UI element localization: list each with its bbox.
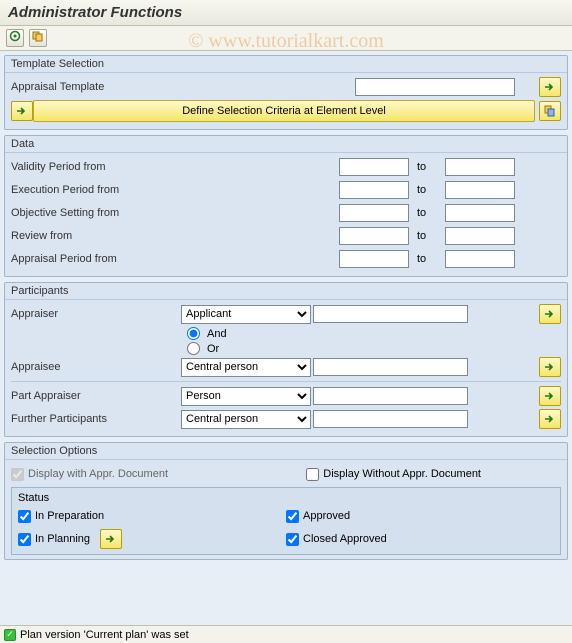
and-label: And xyxy=(207,328,227,340)
objective-from-label: Objective Setting from xyxy=(11,207,181,219)
closed-approved-label: Closed Approved xyxy=(303,533,387,545)
status-box: Status In Preparation In Planning xyxy=(11,487,561,555)
appraisal-from-input[interactable] xyxy=(339,250,409,268)
part-appraiser-input[interactable] xyxy=(313,387,468,405)
appraiser-multi-button[interactable] xyxy=(539,304,561,324)
execution-from-label: Execution Period from xyxy=(11,184,181,196)
display-with-label: Display with Appr. Document xyxy=(28,468,168,480)
in-planning-multi-button[interactable] xyxy=(100,529,122,549)
page-title: Administrator Functions xyxy=(0,0,572,26)
panel-title: Selection Options xyxy=(5,443,567,460)
to-label: to xyxy=(417,207,437,219)
appraisee-input[interactable] xyxy=(313,358,468,376)
closed-approved-checkbox[interactable] xyxy=(286,533,299,546)
in-preparation-label: In Preparation xyxy=(35,510,104,522)
panel-title: Data xyxy=(5,136,567,153)
appraisal-to-input[interactable] xyxy=(445,250,515,268)
appraisal-from-label: Appraisal Period from xyxy=(11,253,181,265)
approved-checkbox[interactable] xyxy=(286,510,299,523)
appraisee-label: Appraisee xyxy=(11,361,181,373)
status-title: Status xyxy=(18,490,554,506)
part-appraiser-multi-button[interactable] xyxy=(539,386,561,406)
further-participants-label: Further Participants xyxy=(11,413,181,425)
to-label: to xyxy=(417,161,437,173)
define-criteria-lead-icon xyxy=(11,101,33,121)
validity-to-input[interactable] xyxy=(445,158,515,176)
and-radio[interactable] xyxy=(187,327,200,340)
appraiser-type-select[interactable]: Applicant xyxy=(181,305,311,324)
appraisal-template-multi-button[interactable] xyxy=(539,77,561,97)
approved-label: Approved xyxy=(303,510,350,522)
panel-data: Data Validity Period from to Execution P… xyxy=(4,135,568,277)
execute-button[interactable] xyxy=(6,29,24,47)
further-type-select[interactable]: Central person xyxy=(181,410,311,429)
define-criteria-button[interactable]: Define Selection Criteria at Element Lev… xyxy=(33,100,535,122)
appraisal-template-input[interactable] xyxy=(355,78,515,96)
in-planning-label: In Planning xyxy=(35,533,90,545)
execution-from-input[interactable] xyxy=(339,181,409,199)
review-to-input[interactable] xyxy=(445,227,515,245)
success-icon: ✓ xyxy=(4,629,16,641)
appraisee-type-select[interactable]: Central person xyxy=(181,358,311,377)
panel-participants: Participants Appraiser Applicant And Or … xyxy=(4,282,568,437)
appraisal-template-label: Appraisal Template xyxy=(11,81,181,93)
further-input[interactable] xyxy=(313,410,468,428)
in-planning-checkbox[interactable] xyxy=(18,533,31,546)
appraiser-input[interactable] xyxy=(313,305,468,323)
to-label: to xyxy=(417,230,437,242)
display-with-checkbox xyxy=(11,468,24,481)
panel-template-selection: Template Selection Appraisal Template De… xyxy=(4,55,568,130)
status-bar: ✓ Plan version 'Current plan' was set xyxy=(0,625,572,643)
display-without-label: Display Without Appr. Document xyxy=(323,468,481,480)
in-preparation-checkbox[interactable] xyxy=(18,510,31,523)
variant-button[interactable] xyxy=(29,29,47,47)
copy-selection-button[interactable] xyxy=(539,101,561,121)
to-label: to xyxy=(417,184,437,196)
panel-title: Template Selection xyxy=(5,56,567,73)
review-from-label: Review from xyxy=(11,230,181,242)
objective-to-input[interactable] xyxy=(445,204,515,222)
review-from-input[interactable] xyxy=(339,227,409,245)
execution-to-input[interactable] xyxy=(445,181,515,199)
display-without-checkbox[interactable] xyxy=(306,468,319,481)
appraiser-label: Appraiser xyxy=(11,308,181,320)
panel-title: Participants xyxy=(5,283,567,300)
status-message: Plan version 'Current plan' was set xyxy=(20,629,189,641)
objective-from-input[interactable] xyxy=(339,204,409,222)
part-appraiser-type-select[interactable]: Person xyxy=(181,387,311,406)
part-appraiser-label: Part Appraiser xyxy=(11,390,181,402)
toolbar xyxy=(0,26,572,51)
validity-from-input[interactable] xyxy=(339,158,409,176)
or-radio[interactable] xyxy=(187,342,200,355)
panel-selection-options: Selection Options Display with Appr. Doc… xyxy=(4,442,568,560)
to-label: to xyxy=(417,253,437,265)
appraisee-multi-button[interactable] xyxy=(539,357,561,377)
validity-from-label: Validity Period from xyxy=(11,161,181,173)
define-criteria-label: Define Selection Criteria at Element Lev… xyxy=(182,105,386,117)
further-multi-button[interactable] xyxy=(539,409,561,429)
or-label: Or xyxy=(207,343,219,355)
